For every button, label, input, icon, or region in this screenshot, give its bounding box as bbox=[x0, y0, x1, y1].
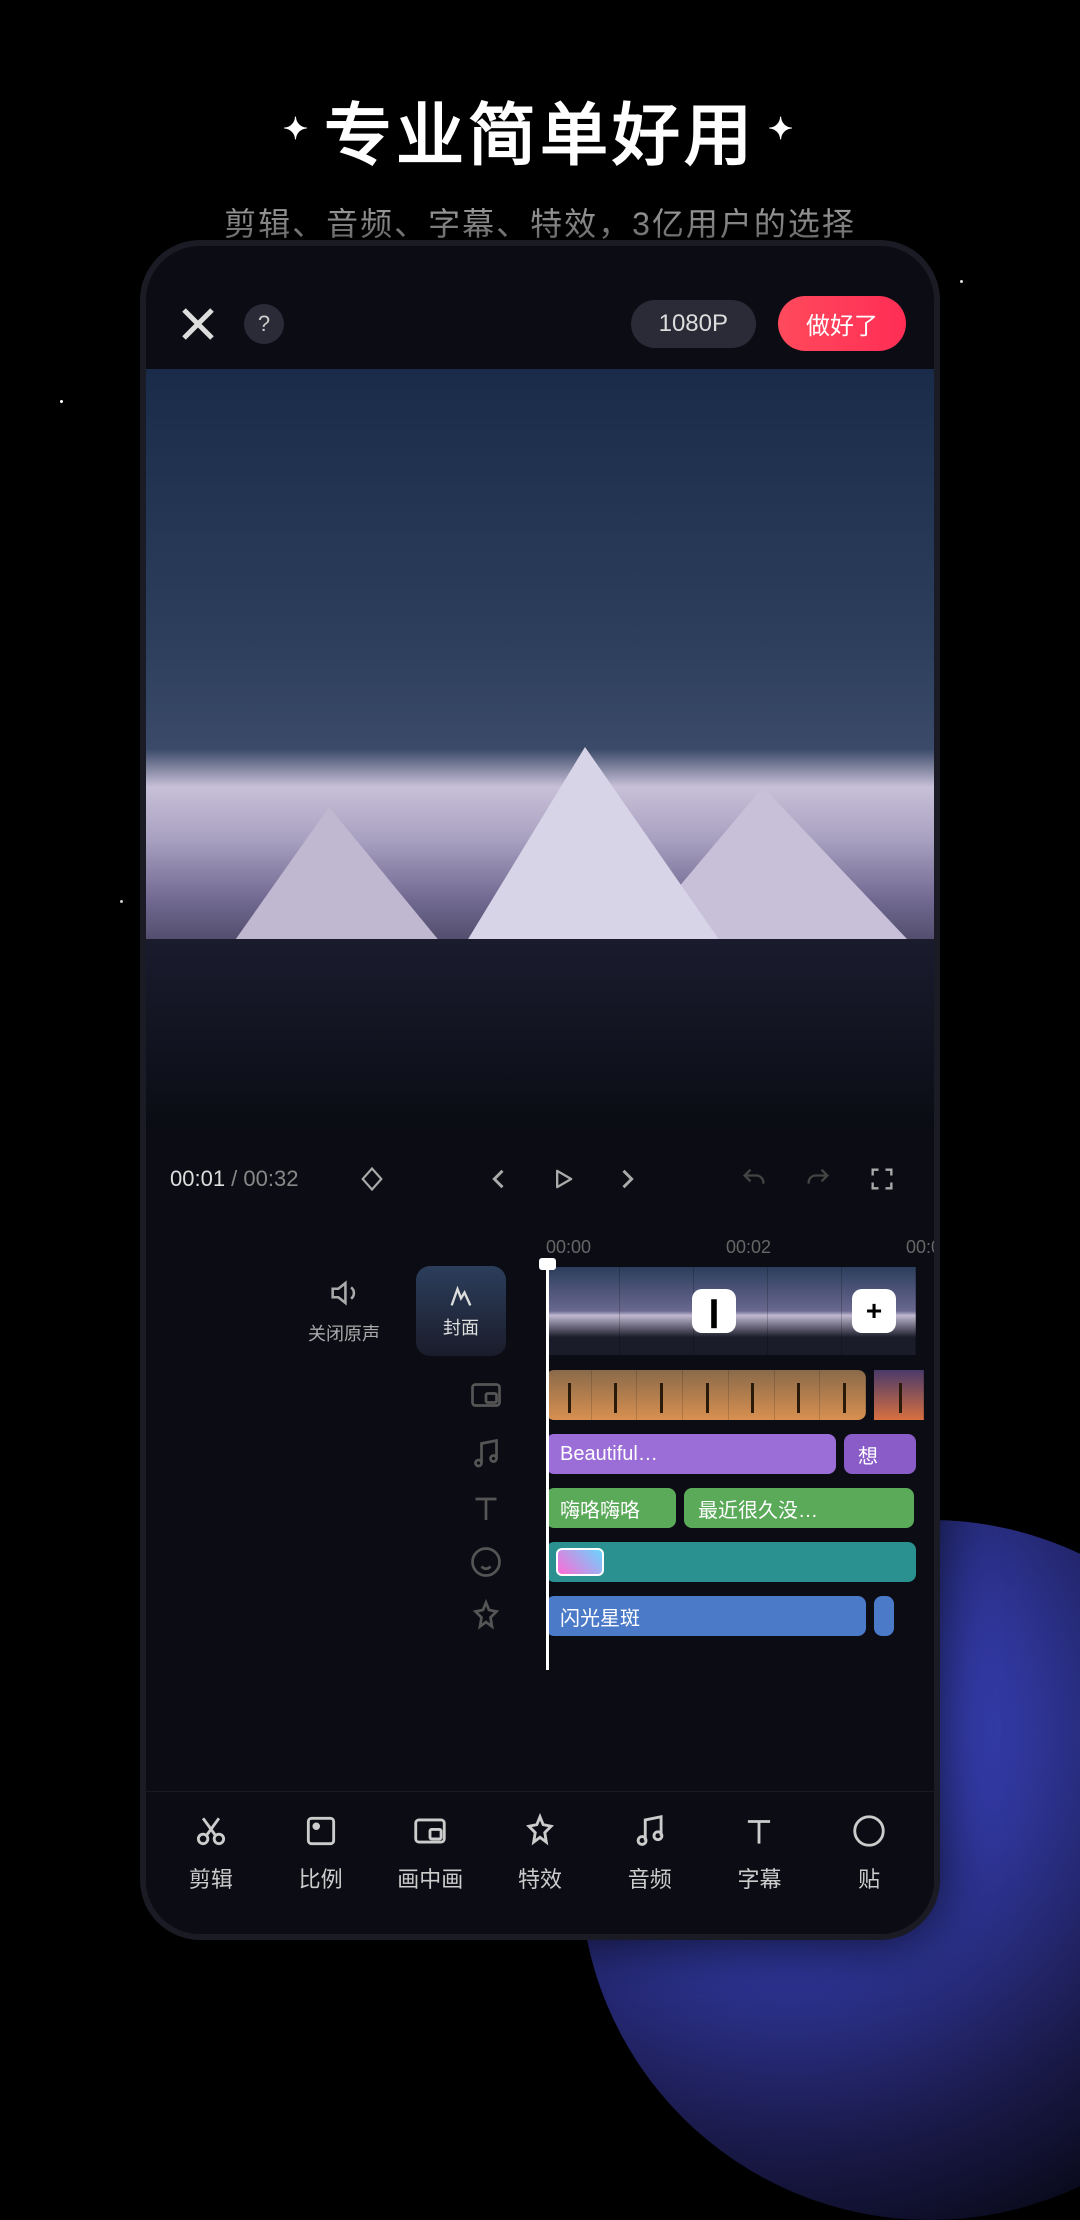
redo-icon[interactable] bbox=[790, 1151, 846, 1207]
tool-edit[interactable]: 剪辑 bbox=[156, 1812, 266, 1894]
text-clip[interactable]: 最近很久没… bbox=[684, 1488, 914, 1528]
resolution-button[interactable]: 1080P bbox=[631, 300, 756, 348]
tool-audio[interactable]: 音频 bbox=[595, 1812, 705, 1894]
close-icon[interactable] bbox=[174, 300, 222, 348]
tool-effects[interactable]: 特效 bbox=[485, 1812, 595, 1894]
tool-label: 贴 bbox=[858, 1862, 880, 1894]
prev-icon[interactable] bbox=[471, 1151, 527, 1207]
help-button[interactable]: ? bbox=[244, 304, 284, 344]
ruler-tick: 00:00 bbox=[546, 1237, 606, 1258]
audio-clip[interactable]: 想 bbox=[844, 1434, 916, 1474]
tool-label: 音频 bbox=[628, 1862, 672, 1894]
keyframe-icon[interactable] bbox=[344, 1151, 400, 1207]
fullscreen-icon[interactable] bbox=[854, 1151, 910, 1207]
bottom-toolbar: 剪辑 比例 画中画 特效 音频 字幕 贴 bbox=[146, 1791, 934, 1934]
text-track-icon bbox=[468, 1490, 504, 1526]
tool-sticker[interactable]: 贴 bbox=[814, 1812, 924, 1894]
cover-button[interactable]: 封面 bbox=[416, 1266, 506, 1356]
tool-ratio[interactable]: 比例 bbox=[266, 1812, 376, 1894]
video-clip[interactable]: ❙ + bbox=[546, 1267, 916, 1355]
clip-handle-icon[interactable]: ❙ bbox=[692, 1289, 736, 1333]
ruler-tick: 00:02 bbox=[726, 1237, 786, 1258]
tool-label: 画中画 bbox=[397, 1862, 463, 1894]
audio-clip[interactable]: Beautiful… bbox=[546, 1434, 836, 1474]
editor-topbbar: ? 1080P 做好了 bbox=[146, 286, 934, 369]
play-icon[interactable] bbox=[535, 1151, 591, 1207]
timecode: 00:01 / 00:32 bbox=[170, 1166, 298, 1192]
text-clip[interactable]: 嗨咯嗨咯 bbox=[546, 1488, 676, 1528]
pip-clip[interactable] bbox=[546, 1370, 866, 1420]
promo-title: 专业简单好用 bbox=[0, 0, 1080, 179]
tool-label: 特效 bbox=[518, 1862, 562, 1894]
playhead[interactable] bbox=[546, 1266, 549, 1670]
done-button[interactable]: 做好了 bbox=[778, 296, 906, 351]
tool-label: 字幕 bbox=[737, 1862, 781, 1894]
effect-clip[interactable]: 闪光星斑 bbox=[546, 1596, 866, 1636]
pip-track-icon bbox=[468, 1377, 504, 1413]
mute-original-button[interactable]: 关闭原声 bbox=[308, 1276, 380, 1346]
sticker-track-icon bbox=[468, 1544, 504, 1580]
transport-bar: 00:01 / 00:32 bbox=[146, 1129, 934, 1229]
phone-mockup: ? 1080P 做好了 00:01 / 00:32 bbox=[140, 240, 940, 1940]
ruler-tick: 00:04 bbox=[906, 1237, 940, 1258]
effect-track-icon bbox=[468, 1598, 504, 1634]
effect-clip[interactable] bbox=[874, 1596, 894, 1636]
tool-pip[interactable]: 画中画 bbox=[375, 1812, 485, 1894]
tool-label: 比例 bbox=[299, 1862, 343, 1894]
undo-icon[interactable] bbox=[726, 1151, 782, 1207]
timeline[interactable]: 关闭原声 封面 ❙ + bbox=[146, 1266, 934, 1670]
add-clip-button[interactable]: + bbox=[852, 1289, 896, 1333]
promo-subtitle: 剪辑、音频、字幕、特效，3亿用户的选择 bbox=[0, 199, 1080, 245]
music-track-icon bbox=[468, 1436, 504, 1472]
sticker-clip[interactable] bbox=[546, 1542, 916, 1582]
tool-text[interactable]: 字幕 bbox=[705, 1812, 815, 1894]
next-icon[interactable] bbox=[599, 1151, 655, 1207]
video-preview bbox=[146, 369, 934, 1129]
mute-label: 关闭原声 bbox=[308, 1320, 380, 1346]
pip-clip[interactable] bbox=[874, 1370, 924, 1420]
sticker-thumb bbox=[556, 1548, 604, 1576]
cover-label: 封面 bbox=[443, 1314, 479, 1340]
tool-label: 剪辑 bbox=[189, 1862, 233, 1894]
